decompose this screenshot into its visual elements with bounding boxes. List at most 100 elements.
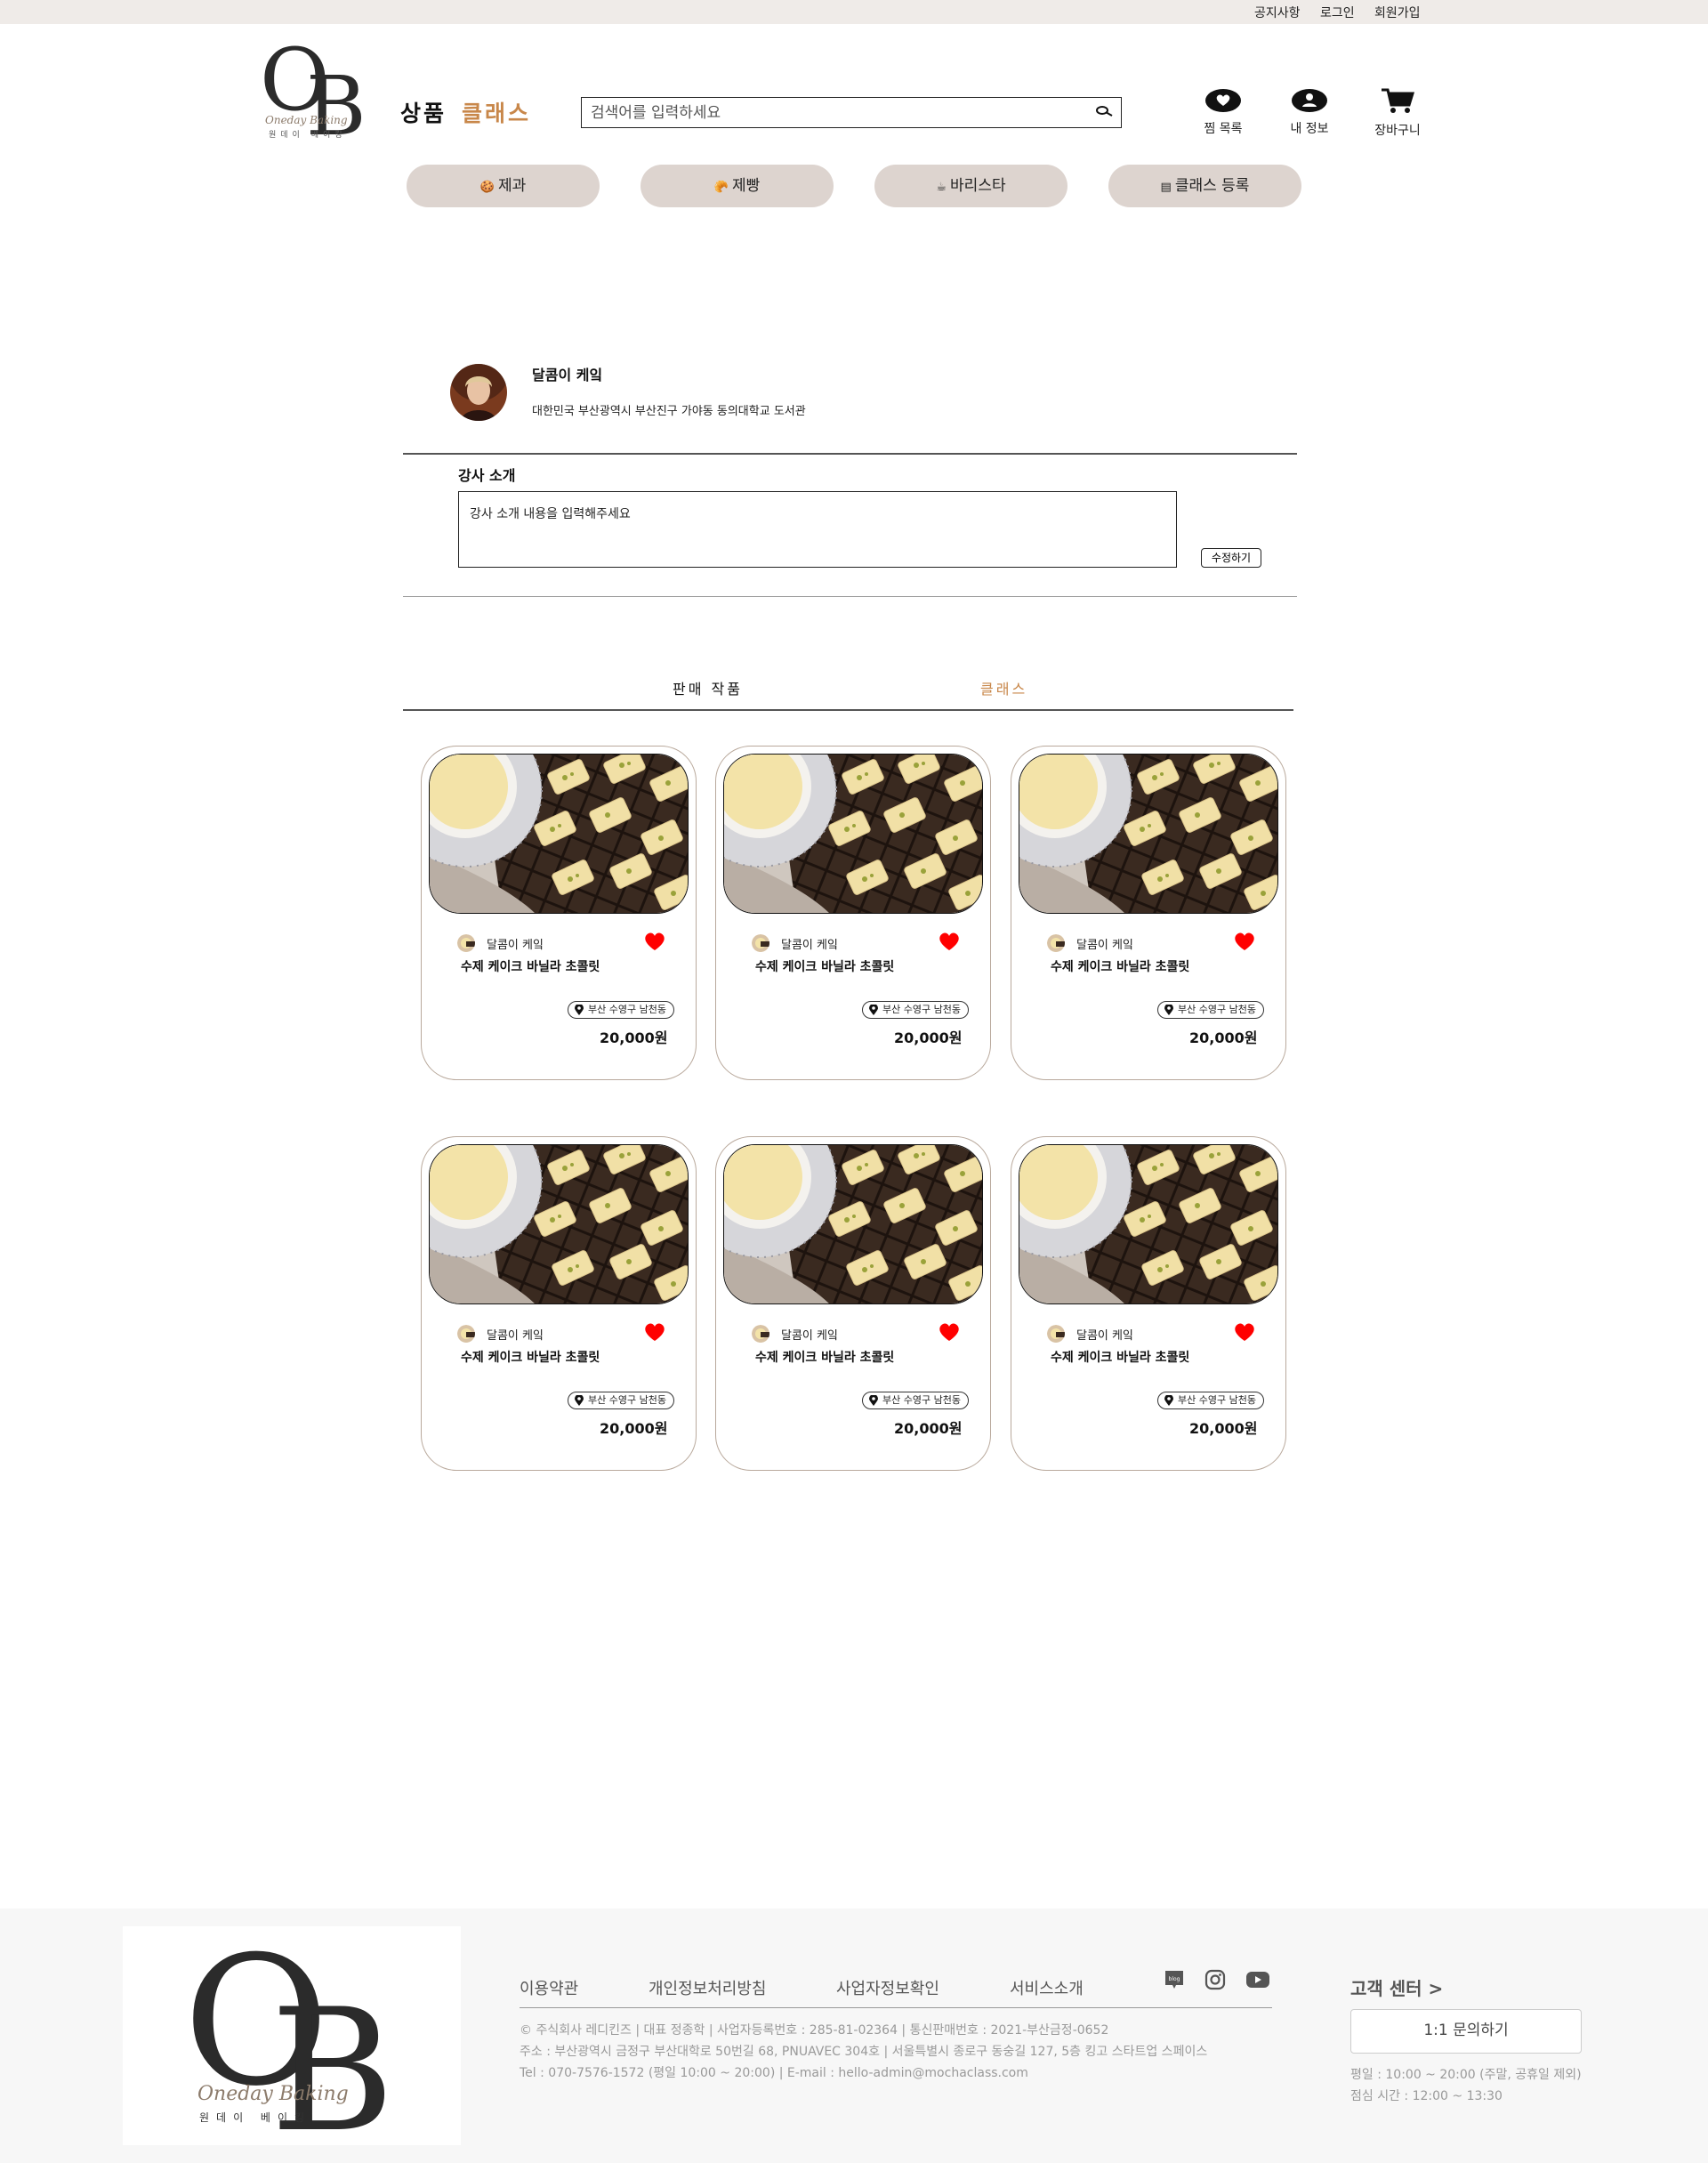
shop-avatar-icon <box>752 1325 769 1343</box>
footer: O B Oneday Baking 원데이 베이킹 이용약관 개인정보처리방침 … <box>0 1909 1708 2163</box>
cart-button[interactable]: 장바구니 <box>1362 87 1433 139</box>
company-info: © 주식회사 레디킨즈 | 대표 정종학 | 사업자등록번호 : 285-81-… <box>520 2023 1109 2038</box>
class-title: 수제 케이크 바닐라 초콜릿 <box>461 1351 600 1365</box>
location-badge: 부산 수영구 남천동 <box>568 1392 674 1409</box>
cookie-icon: 🍪 <box>479 181 495 194</box>
class-card[interactable]: 달콤이 케잌 수제 케이크 바닐라 초콜릿 부산 수영구 남천동 20,000원 <box>1011 1136 1286 1471</box>
class-photo <box>429 1144 689 1304</box>
nav-classes[interactable]: 클래스 <box>462 96 531 128</box>
class-price: 20,000원 <box>894 1029 963 1046</box>
privacy-link[interactable]: 개인정보처리방침 <box>649 1976 766 1999</box>
business-info-link[interactable]: 사업자정보확인 <box>836 1976 939 1999</box>
edit-button[interactable]: 수정하기 <box>1201 548 1261 568</box>
class-title: 수제 케이크 바닐라 초콜릿 <box>755 1351 895 1365</box>
nav-products[interactable]: 상품 <box>400 96 447 128</box>
category-register-class[interactable]: ▤ 클래스 등록 <box>1108 165 1301 207</box>
svg-text:blog: blog <box>1169 1976 1180 1982</box>
shop-avatar-icon <box>457 934 475 952</box>
croissant-icon: 🥐 <box>713 181 729 194</box>
class-card[interactable]: 달콤이 케잌 수제 케이크 바닐라 초콜릿 부산 수영구 남천동 20,000원 <box>421 746 697 1080</box>
tab-classes[interactable]: 클래스 <box>980 677 1027 698</box>
class-title: 수제 케이크 바닐라 초콜릿 <box>1051 960 1190 974</box>
instructor-address: 대한민국 부산광역시 부산진구 가야동 동의대학교 도서관 <box>532 405 806 418</box>
class-title: 수제 케이크 바닐라 초콜릿 <box>1051 1351 1190 1365</box>
heart-icon[interactable] <box>644 1322 665 1342</box>
heart-icon <box>1205 89 1241 112</box>
my-info-label: 내 정보 <box>1290 122 1329 136</box>
inquiry-button[interactable]: 1:1 문의하기 <box>1350 2009 1582 2054</box>
heart-icon[interactable] <box>939 932 960 951</box>
shop-name: 달콤이 케잌 <box>781 939 838 952</box>
shop-avatar-icon <box>752 934 769 952</box>
cart-icon <box>1382 88 1415 113</box>
location-pin-icon <box>1164 1005 1173 1015</box>
class-title: 수제 케이크 바닐라 초콜릿 <box>461 960 600 974</box>
shop-name: 달콤이 케잌 <box>1076 1329 1133 1343</box>
shop-name: 달콤이 케잌 <box>1076 939 1133 952</box>
wishlist-label: 찜 목록 <box>1204 122 1243 136</box>
my-info-button[interactable]: 내 정보 <box>1274 87 1345 137</box>
location-badge: 부산 수영구 남천동 <box>1157 1001 1264 1019</box>
location-badge: 부산 수영구 남천동 <box>862 1392 969 1409</box>
shop-avatar-icon <box>1047 934 1065 952</box>
tab-underline <box>403 709 1293 711</box>
location-badge: 부산 수영구 남천동 <box>862 1001 969 1019</box>
category-pastry[interactable]: 🍪 제과 <box>407 165 600 207</box>
login-link[interactable]: 로그인 <box>1320 4 1355 21</box>
instructor-name: 달콤이 케잌 <box>532 367 603 383</box>
divider <box>403 596 1297 597</box>
class-photo <box>723 1144 983 1304</box>
logo[interactable]: O B Oneday Baking 원데이 베이킹 <box>260 37 368 148</box>
class-card[interactable]: 달콤이 케잌 수제 케이크 바닐라 초콜릿 부산 수영구 남천동 20,000원 <box>715 746 991 1080</box>
instagram-icon[interactable] <box>1204 1969 1226 1990</box>
blog-icon[interactable]: blog <box>1164 1969 1185 1990</box>
class-card[interactable]: 달콤이 케잌 수제 케이크 바닐라 초콜릿 부산 수영구 남천동 20,000원 <box>715 1136 991 1471</box>
intro-textarea[interactable]: 강사 소개 내용을 입력해주세요 <box>458 491 1177 568</box>
top-utility-bar: 공지사항 로그인 회원가입 <box>0 0 1708 24</box>
terms-link[interactable]: 이용약관 <box>520 1976 578 1999</box>
cart-label: 장바구니 <box>1374 124 1421 138</box>
avatar <box>450 364 507 421</box>
location-pin-icon <box>869 1395 878 1406</box>
location-pin-icon <box>575 1395 584 1406</box>
shop-name: 달콤이 케잌 <box>781 1329 838 1343</box>
class-price: 20,000원 <box>1189 1420 1258 1437</box>
notice-link[interactable]: 공지사항 <box>1254 4 1301 21</box>
heart-icon[interactable] <box>939 1322 960 1342</box>
class-photo <box>723 754 983 914</box>
class-title: 수제 케이크 바닐라 초콜릿 <box>755 960 895 974</box>
class-photo <box>1019 754 1278 914</box>
class-card[interactable]: 달콤이 케잌 수제 케이크 바닐라 초콜릿 부산 수영구 남천동 20,000원 <box>1011 746 1286 1080</box>
class-photo <box>429 754 689 914</box>
class-price: 20,000원 <box>600 1420 668 1437</box>
class-card[interactable]: 달콤이 케잌 수제 케이크 바닐라 초콜릿 부산 수영구 남천동 20,000원 <box>421 1136 697 1471</box>
signup-link[interactable]: 회원가입 <box>1374 4 1421 21</box>
footer-divider <box>520 2007 1272 2008</box>
heart-icon[interactable] <box>1234 1322 1255 1342</box>
tab-sales[interactable]: 판매 작품 <box>673 677 743 698</box>
weekday-hours: 평일 : 10:00 ~ 20:00 (주말, 공휴일 제외) <box>1350 2068 1582 2082</box>
search-icon[interactable] <box>1094 103 1114 121</box>
heart-icon[interactable] <box>644 932 665 951</box>
search-input[interactable] <box>591 102 1071 124</box>
location-badge: 부산 수영구 남천동 <box>1157 1392 1264 1409</box>
class-price: 20,000원 <box>600 1029 668 1046</box>
user-icon <box>1292 89 1327 112</box>
class-price: 20,000원 <box>1189 1029 1258 1046</box>
search-bar <box>581 97 1122 128</box>
intro-title: 강사 소개 <box>458 467 516 484</box>
heart-icon[interactable] <box>1234 932 1255 951</box>
wishlist-button[interactable]: 찜 목록 <box>1188 87 1259 137</box>
location-pin-icon <box>869 1005 878 1015</box>
category-barista[interactable]: ☕ 바리스타 <box>874 165 1068 207</box>
class-price: 20,000원 <box>894 1420 963 1437</box>
service-link[interactable]: 서비스소개 <box>1010 1976 1084 1999</box>
calendar-icon: ▤ <box>1160 181 1172 194</box>
category-bread[interactable]: 🥐 제빵 <box>640 165 834 207</box>
shop-name: 달콤이 케잌 <box>487 1329 544 1343</box>
shop-avatar-icon <box>457 1325 475 1343</box>
location-badge: 부산 수영구 남천동 <box>568 1001 674 1019</box>
company-contact: Tel : 070-7576-1572 (평일 10:00 ~ 20:00) |… <box>520 2066 1028 2080</box>
customer-center-link[interactable]: 고객 센터 > <box>1350 1974 1443 2000</box>
youtube-icon[interactable] <box>1245 1969 1270 1990</box>
